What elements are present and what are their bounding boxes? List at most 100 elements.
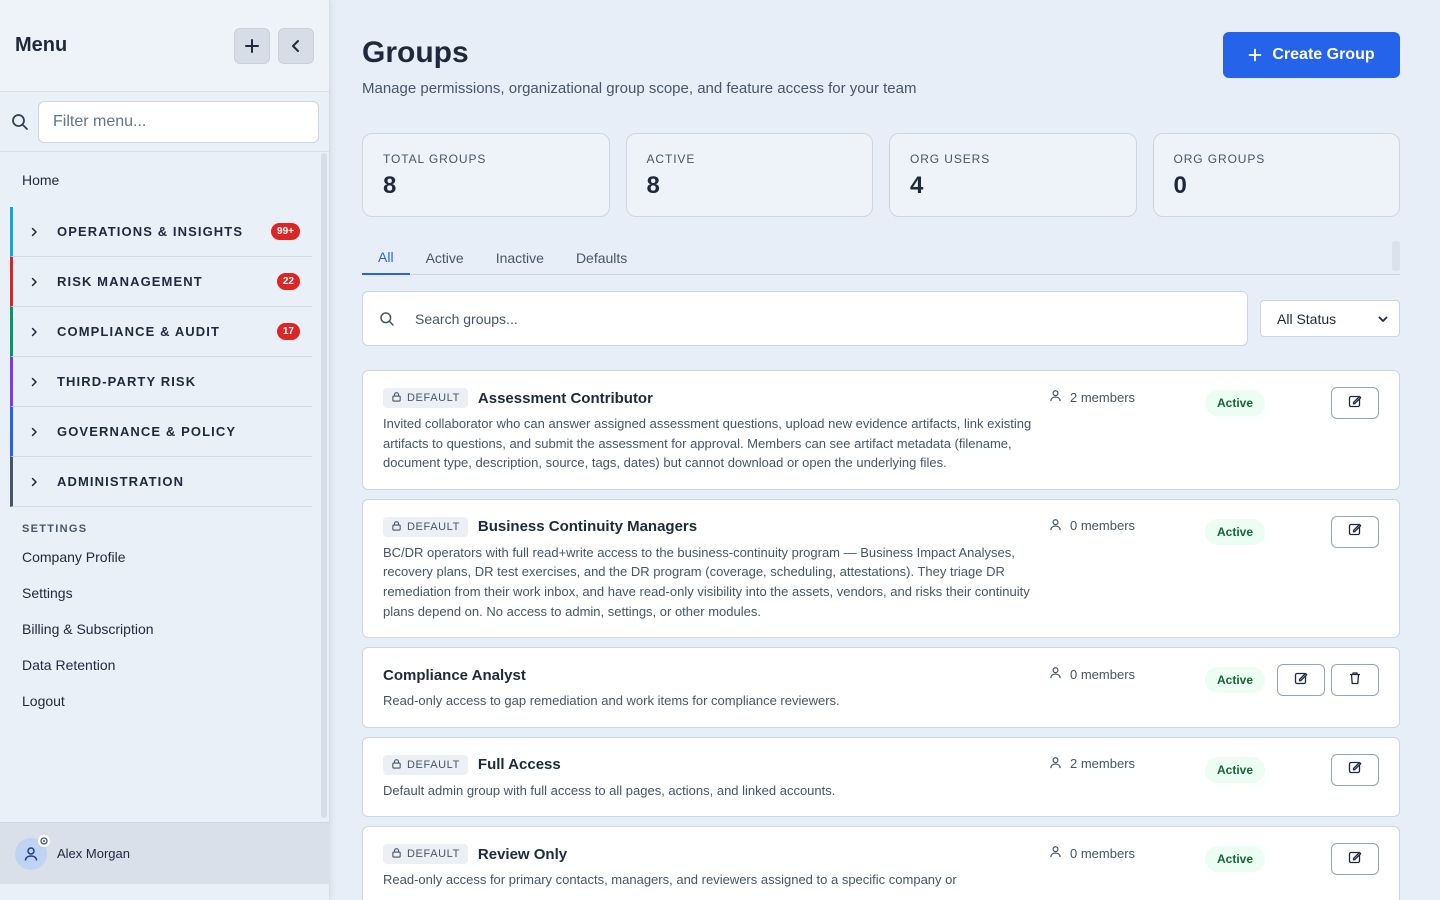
edit-group-button[interactable]	[1331, 753, 1379, 786]
sidebar-section-label: OPERATIONS & INSIGHTS	[57, 224, 244, 239]
tabs-scrollbar[interactable]	[1392, 241, 1400, 271]
group-actions	[1331, 387, 1379, 419]
sidebar-item-billing-subscription[interactable]: Billing & Subscription	[10, 611, 312, 647]
sidebar-section[interactable]: COMPLIANCE & AUDIT 17	[10, 307, 312, 357]
stat-label: ORG GROUPS	[1173, 152, 1266, 166]
filter-menu-input[interactable]	[38, 100, 319, 143]
group-name: Compliance Analyst	[383, 666, 526, 684]
gear-icon	[38, 834, 50, 847]
chevron-down-icon	[1378, 316, 1388, 322]
sidebar-item-home[interactable]: Home	[10, 153, 312, 207]
lock-icon	[391, 520, 402, 534]
search-groups-input[interactable]	[415, 310, 1247, 327]
group-description: BC/DR operators with full read+write acc…	[383, 544, 1030, 619]
create-group-button[interactable]: Create Group	[1223, 32, 1400, 78]
stat-value: 0	[1173, 172, 1187, 199]
user-name: Alex Morgan	[57, 846, 130, 861]
sidebar-section[interactable]: GOVERNANCE & POLICY	[10, 407, 312, 457]
user-icon	[1049, 666, 1062, 682]
sidebar-section-label: ADMINISTRATION	[57, 474, 185, 489]
group-actions	[1277, 664, 1379, 697]
page-subtitle: Manage permissions, organizational group…	[362, 80, 917, 97]
chevron-right-icon	[29, 477, 45, 487]
count-badge: 22	[276, 273, 300, 290]
group-card: DEFAULT Full Access Default admin group wi…	[362, 736, 1400, 818]
edit-group-button[interactable]	[1277, 664, 1325, 697]
stat-card-org-groups: ORG GROUPS 0	[1152, 133, 1400, 217]
sidebar-item-company-profile[interactable]: Company Profile	[10, 539, 312, 575]
sidebar-section[interactable]: ADMINISTRATION	[10, 457, 312, 507]
lock-icon	[391, 758, 402, 772]
sidebar-search	[0, 92, 329, 152]
collapse-sidebar-button[interactable]	[278, 27, 314, 64]
member-count: 2 members	[1049, 389, 1135, 405]
chevron-right-icon	[29, 277, 45, 287]
sidebar-item-settings[interactable]: Settings	[10, 575, 312, 611]
group-description: Invited collaborator who can answer assi…	[383, 416, 1032, 471]
user-profile[interactable]: Alex Morgan	[0, 822, 330, 884]
delete-group-button[interactable]	[1331, 664, 1379, 697]
plus-icon	[245, 38, 259, 53]
settings-heading: SETTINGS	[22, 523, 88, 535]
edit-icon	[1348, 394, 1362, 413]
user-icon	[1049, 756, 1062, 772]
status-badge: Active	[1205, 756, 1266, 783]
sidebar-title: Menu	[15, 34, 68, 56]
edit-group-button[interactable]	[1331, 387, 1379, 419]
stat-label: TOTAL GROUPS	[383, 152, 487, 166]
sidebar-section[interactable]: RISK MANAGEMENT 22	[10, 257, 312, 307]
sidebar-section-label: GOVERNANCE & POLICY	[57, 424, 237, 439]
status-badge: Active	[1205, 518, 1266, 545]
edit-icon	[1348, 760, 1362, 779]
search-icon	[10, 113, 30, 131]
default-badge: DEFAULT	[383, 516, 468, 537]
default-badge-label: DEFAULT	[407, 848, 460, 861]
sidebar-nav: Home OPERATIONS & INSIGHTS 99+ RISK MANAGE…	[10, 153, 312, 719]
status-badge: Active	[1205, 390, 1266, 416]
status-badge: Active	[1205, 846, 1266, 873]
search-icon	[380, 311, 394, 326]
group-name: Full Access	[477, 756, 561, 774]
group-card: Compliance Analyst Read-only access to ga…	[362, 647, 1400, 728]
group-description: Default admin group with full access to …	[383, 782, 836, 798]
group-name: Assessment Contributor	[477, 389, 653, 407]
member-count-label: 0 members	[1070, 518, 1136, 534]
stat-value: 8	[646, 172, 660, 199]
group-card: DEFAULT Review Only Read-only access for p…	[362, 826, 1400, 900]
chevron-right-icon	[29, 327, 45, 337]
edit-group-button[interactable]	[1331, 515, 1379, 548]
group-list: DEFAULT Assessment Contributor Invited col…	[362, 370, 1400, 900]
status-filter-select[interactable]: All Status	[1260, 300, 1400, 337]
default-badge: DEFAULT	[383, 754, 468, 775]
sidebar-item-logout[interactable]: Logout	[10, 683, 312, 719]
sidebar-section-label: COMPLIANCE & AUDIT	[57, 324, 221, 339]
tab-defaults[interactable]: Defaults	[560, 240, 643, 275]
user-icon	[1049, 845, 1062, 861]
group-actions	[1331, 515, 1379, 548]
tab-inactive[interactable]: Inactive	[480, 240, 560, 275]
group-card: DEFAULT Assessment Contributor Invited col…	[362, 370, 1400, 490]
stat-value: 8	[383, 172, 397, 199]
member-count: 0 members	[1049, 666, 1135, 682]
group-actions	[1331, 843, 1379, 876]
count-badge: 99+	[271, 223, 300, 240]
sidebar-scrollbar[interactable]	[321, 153, 327, 818]
sidebar-section[interactable]: OPERATIONS & INSIGHTS 99+	[10, 207, 312, 257]
default-badge: DEFAULT	[383, 844, 468, 865]
group-card: DEFAULT Business Continuity Managers BC/DR…	[362, 498, 1400, 639]
default-badge-label: DEFAULT	[407, 520, 460, 533]
stat-card-total-groups: TOTAL GROUPS 8	[362, 133, 610, 217]
sidebar-item-data-retention[interactable]: Data Retention	[10, 647, 312, 683]
add-menu-button[interactable]	[234, 27, 270, 64]
member-count: 2 members	[1049, 756, 1135, 772]
sidebar: Menu Home OPERATIONS & INSIGHTS 99+ RISK M…	[0, 0, 330, 900]
status-filter-value: All Status	[1277, 310, 1337, 327]
stat-value: 4	[910, 172, 924, 199]
edit-icon	[1348, 522, 1362, 541]
edit-group-button[interactable]	[1331, 843, 1379, 876]
sidebar-header: Menu	[0, 0, 329, 92]
tab-all[interactable]: All	[362, 240, 410, 275]
stat-label: ACTIVE	[646, 152, 696, 166]
sidebar-section[interactable]: THIRD-PARTY RISK	[10, 357, 312, 407]
tab-active[interactable]: Active	[410, 240, 480, 275]
